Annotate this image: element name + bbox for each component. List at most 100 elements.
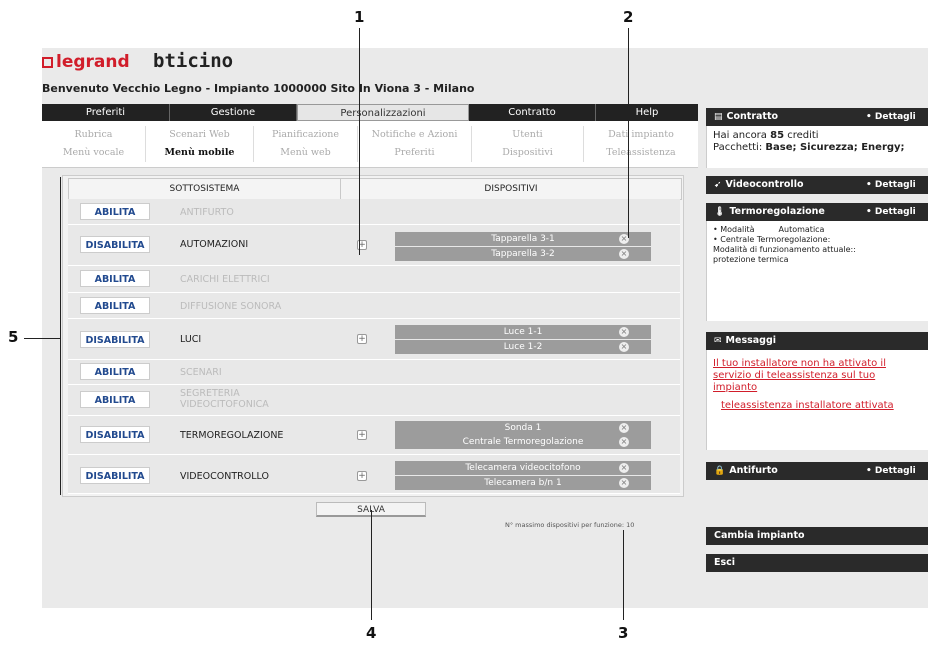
subsystem-name: ANTIFURTO	[180, 207, 234, 218]
cambia-impianto-label: Cambia impianto	[714, 530, 805, 541]
videocontrollo-details-link[interactable]: • Dettagli	[866, 176, 916, 194]
device-name: Telecamera videocitofono	[465, 463, 581, 473]
videocontrollo-header[interactable]: ➹ Videocontrollo • Dettagli	[706, 176, 928, 194]
packages-value: Base; Sicurezza; Energy;	[765, 142, 905, 153]
disable-button-videocontrollo[interactable]: DISABILITA	[80, 467, 150, 484]
enable-button-scenari[interactable]: ABILITA	[80, 363, 150, 380]
subnav-menu-web[interactable]: Menù web	[254, 144, 358, 162]
subnav-row-1: Rubrica Scenari Web Pianificazione Notif…	[42, 126, 698, 144]
device-item: Telecamera videocitofono ×	[395, 461, 651, 475]
subsystem-name-line: VIDEOCITOFONICA	[180, 399, 269, 410]
enable-button-antifurto[interactable]: ABILITA	[80, 203, 150, 220]
legrand-logo-mark	[42, 57, 53, 68]
termoregolazione-details-link[interactable]: • Dettagli	[866, 203, 916, 221]
envelope-icon: ✉	[714, 336, 722, 346]
antifurto-header[interactable]: 🔒 Antifurto • Dettagli	[706, 462, 928, 480]
table-header: SOTTOSISTEMA DISPOSITIVI	[68, 178, 682, 200]
subnav-dati-impianto[interactable]: Dati impianto	[584, 126, 698, 144]
termoregolazione-header[interactable]: 🌡 Termoregolazione • Dettagli	[706, 203, 928, 221]
remove-device-icon[interactable]: ×	[619, 423, 629, 433]
subsystem-name: CARICHI ELETTRICI	[180, 274, 270, 285]
enable-button-diffusione-sonora[interactable]: ABILITA	[80, 297, 150, 314]
subnav-pianificazione[interactable]: Pianificazione	[254, 126, 358, 144]
disable-button-automazioni[interactable]: DISABILITA	[80, 236, 150, 253]
contratto-details-link[interactable]: • Dettagli	[866, 108, 916, 126]
termo-mode-label: • Modalità	[713, 225, 755, 234]
device-item: Centrale Termoregolazione ×	[395, 435, 651, 449]
device-item: Tapparella 3-2 ×	[395, 247, 651, 261]
subnav-scenari-web[interactable]: Scenari Web	[146, 126, 254, 144]
cambia-impianto-button[interactable]: Cambia impianto	[706, 527, 928, 545]
subsystem-name: VIDEOCONTROLLO	[180, 471, 269, 482]
device-item: Sonda 1 ×	[395, 421, 651, 435]
device-name: Luce 1-2	[503, 342, 543, 352]
device-name: Telecamera b/n 1	[484, 478, 562, 488]
message-link[interactable]: teleassistenza installatore attivata	[721, 400, 922, 412]
subsystem-name: AUTOMAZIONI	[180, 239, 249, 250]
antifurto-details-link[interactable]: • Dettagli	[866, 462, 916, 480]
table-row: DISABILITA VIDEOCONTROLLO + Telecamera v…	[68, 455, 680, 494]
callout-4: 4	[366, 624, 377, 642]
subnav-preferiti[interactable]: Preferiti	[358, 144, 472, 162]
esci-label: Esci	[714, 557, 736, 568]
remove-device-icon[interactable]: ×	[619, 249, 629, 259]
column-header-sottosistema: SOTTOSISTEMA	[69, 179, 341, 199]
callout-2-line	[628, 28, 629, 238]
device-name: Luce 1-1	[503, 327, 543, 337]
messaggi-header[interactable]: ✉ Messaggi	[706, 332, 928, 350]
table-row: ABILITA CARICHI ELETTRICI	[68, 266, 680, 293]
table-row: ABILITA SEGRETERIA VIDEOCITOFONICA	[68, 385, 680, 416]
termo-mode-value: Automatica	[778, 225, 825, 234]
add-device-button[interactable]: +	[357, 334, 367, 344]
remove-device-icon[interactable]: ×	[619, 463, 629, 473]
remove-device-icon[interactable]: ×	[619, 327, 629, 337]
message-link[interactable]: Il tuo installatore non ha attivato il s…	[713, 358, 921, 394]
subnav-utenti[interactable]: Utenti	[472, 126, 584, 144]
subnav-row-2: Menù vocale Menù mobile Menù web Preferi…	[42, 144, 698, 162]
esci-button[interactable]: Esci	[706, 554, 928, 572]
messaggi-box: Il tuo installatore non ha attivato il s…	[706, 350, 928, 450]
termoregolazione-box: • Modalità Automatica • Centrale Termoreg…	[706, 221, 928, 321]
remove-device-icon[interactable]: ×	[619, 437, 629, 447]
subnav-menu-vocale[interactable]: Menù vocale	[42, 144, 146, 162]
termo-operating-value: protezione termica	[713, 255, 789, 264]
subnav-teleassistenza[interactable]: Teleassistenza	[584, 144, 698, 162]
subnav-rubrica[interactable]: Rubrica	[42, 126, 146, 144]
bticino-logo-text: bticino	[153, 50, 234, 72]
add-device-button[interactable]: +	[357, 471, 367, 481]
device-name: Centrale Termoregolazione	[462, 437, 584, 447]
credits-count: 85	[770, 130, 785, 141]
lock-icon: 🔒	[714, 466, 726, 476]
callout-3-line	[623, 530, 624, 620]
subsystem-name: LUCI	[180, 334, 202, 345]
document-icon: ▤	[714, 112, 723, 122]
tab-help[interactable]: Help	[596, 104, 698, 121]
device-item: Telecamera b/n 1 ×	[395, 476, 651, 490]
tab-personalizzazioni[interactable]: Personalizzazioni	[297, 104, 469, 121]
subnav-notifiche-azioni[interactable]: Notifiche e Azioni	[358, 126, 472, 144]
subnav-dispositivi[interactable]: Dispositivi	[472, 144, 584, 162]
enable-button-segreteria-videocitofonica[interactable]: ABILITA	[80, 391, 150, 408]
contratto-header[interactable]: ▤ Contratto • Dettagli	[706, 108, 928, 126]
remove-device-icon[interactable]: ×	[619, 342, 629, 352]
antifurto-title: Antifurto	[729, 465, 778, 476]
videocontrollo-title: Videocontrollo	[725, 179, 804, 190]
add-device-button[interactable]: +	[357, 430, 367, 440]
callout-5-bracket	[60, 177, 61, 495]
enable-button-carichi-elettrici[interactable]: ABILITA	[80, 270, 150, 287]
tab-preferiti[interactable]: Preferiti	[42, 104, 170, 121]
legrand-logo: legrand	[42, 52, 130, 72]
termoregolazione-title: Termoregolazione	[729, 206, 825, 217]
contratto-title: Contratto	[726, 111, 779, 122]
callout-5: 5	[8, 328, 19, 346]
subnav-menu-mobile[interactable]: Menù mobile	[146, 144, 254, 162]
remove-device-icon[interactable]: ×	[619, 478, 629, 488]
table-row: ABILITA DIFFUSIONE SONORA	[68, 293, 680, 319]
disable-button-luci[interactable]: DISABILITA	[80, 331, 150, 348]
messaggi-title: Messaggi	[725, 335, 777, 346]
disable-button-termoregolazione[interactable]: DISABILITA	[80, 426, 150, 443]
tab-contratto[interactable]: Contratto	[469, 104, 596, 121]
tab-gestione[interactable]: Gestione	[170, 104, 297, 121]
table-row: DISABILITA LUCI + Luce 1-1 × Luce 1-2 ×	[68, 319, 680, 360]
main-tabs: Preferiti Gestione Personalizzazioni Con…	[42, 104, 698, 121]
